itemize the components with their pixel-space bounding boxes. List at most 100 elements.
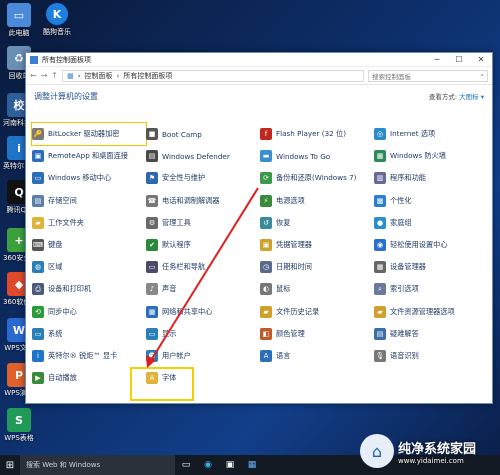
control-panel-item[interactable]: ▶ 自动播放 bbox=[32, 367, 146, 389]
control-panel-item[interactable]: i 英特尔® 锐炬™ 显卡 bbox=[32, 345, 146, 367]
control-panel-item[interactable]: 🎙 语音识别 bbox=[374, 345, 488, 367]
credential-manager-icon: ▣ bbox=[260, 239, 272, 252]
control-panel-item[interactable]: ♪ 声音 bbox=[146, 278, 260, 300]
bootcamp-icon: ■ bbox=[146, 128, 158, 141]
control-panel-item-label: 同步中心 bbox=[48, 306, 77, 316]
taskbar-nav-icon: ▭ bbox=[146, 261, 158, 274]
wps-sheet-icon: S bbox=[7, 408, 31, 432]
control-panel-item[interactable]: ▤ 存储空间 bbox=[32, 190, 146, 212]
keyboard-icon: ⌨ bbox=[32, 239, 44, 252]
control-panel-item[interactable]: ☻ 用户帐户 bbox=[146, 345, 260, 367]
control-panel-item-label: Boot Camp bbox=[162, 129, 202, 139]
control-panel-item-label: 自动播放 bbox=[48, 373, 77, 383]
color-management-icon: ◧ bbox=[260, 327, 272, 340]
chevron-right-icon: › bbox=[116, 71, 120, 80]
control-panel-item[interactable]: ⎙ 设备和打印机 bbox=[32, 278, 146, 300]
sync-center-icon: ⟲ bbox=[32, 305, 44, 318]
control-panel-item[interactable]: ⚑ 安全性与维护 bbox=[146, 167, 260, 189]
desktop-icon[interactable]: ▭ 此电脑 bbox=[3, 3, 35, 37]
control-panel-item[interactable]: ▭ 系统 bbox=[32, 323, 146, 345]
control-panel-item[interactable]: 🔑 BitLocker 驱动器加密 bbox=[31, 121, 147, 147]
storage-spaces-icon: ▤ bbox=[32, 194, 44, 207]
control-panel-item[interactable]: ▣ 凭据管理器 bbox=[260, 234, 374, 256]
control-panel-item[interactable]: ▰ 工作文件夹 bbox=[32, 212, 146, 234]
store-icon[interactable]: ▣ bbox=[219, 455, 241, 475]
control-panel-item-label: 键盘 bbox=[48, 240, 63, 250]
search-input[interactable]: 搜索控制面板 ⌕ bbox=[368, 69, 488, 82]
control-panel-item-label: 显示 bbox=[162, 328, 177, 338]
search-placeholder: 搜索控制面板 bbox=[372, 72, 411, 81]
control-panel-item[interactable]: ▦ Windows 防火墙 bbox=[374, 145, 488, 167]
control-panel-item[interactable]: ▰ 文件历史记录 bbox=[260, 301, 374, 323]
control-panel-item[interactable]: ◎ Internet 选项 bbox=[374, 123, 488, 145]
close-button[interactable]: ✕ bbox=[470, 55, 492, 64]
control-panel-item[interactable]: ✔ 默认程序 bbox=[146, 234, 260, 256]
control-panel-taskbar-icon[interactable]: ▦ bbox=[241, 455, 263, 475]
control-panel-item[interactable]: ⟲ 同步中心 bbox=[32, 301, 146, 323]
control-panel-item[interactable]: ▩ 个性化 bbox=[374, 190, 488, 212]
computer-icon: ▭ bbox=[7, 3, 31, 27]
control-panel-item-label: 恢复 bbox=[276, 217, 291, 227]
control-panel-item[interactable]: ☎ 电话和调制解调器 bbox=[146, 190, 260, 212]
control-panel-item-label: 疑难解答 bbox=[390, 328, 419, 338]
control-panel-item[interactable]: ▣ RemoteApp 和桌面连接 bbox=[32, 145, 146, 167]
control-panel-item[interactable]: ◐ 鼠标 bbox=[260, 278, 374, 300]
control-panel-item[interactable]: ⌨ 键盘 bbox=[32, 234, 146, 256]
control-panel-item[interactable]: ⌕ 索引选项 bbox=[374, 278, 488, 300]
taskbar-search[interactable]: 搜索 Web 和 Windows bbox=[20, 455, 175, 475]
user-accounts-icon: ☻ bbox=[146, 349, 158, 362]
control-panel-item-label: 任务栏和导航 bbox=[162, 262, 206, 272]
back-arrow-icon[interactable]: ← bbox=[30, 71, 37, 80]
control-panel-item[interactable]: ⚡ 电源选项 bbox=[260, 190, 374, 212]
backup-restore-icon: ⟳ bbox=[260, 172, 272, 185]
control-panel-item-label: 索引选项 bbox=[390, 284, 419, 294]
forward-arrow-icon[interactable]: → bbox=[41, 71, 48, 80]
control-panel-item-label: 存储空间 bbox=[48, 195, 77, 205]
control-panel-item[interactable]: ▦ 设备管理器 bbox=[374, 256, 488, 278]
bitlocker-icon: 🔑 bbox=[32, 128, 44, 141]
control-panel-item[interactable]: ↺ 恢复 bbox=[260, 212, 374, 234]
control-panel-item[interactable]: f Flash Player (32 位) bbox=[260, 123, 374, 145]
control-panel-item[interactable]: A 语言 bbox=[260, 345, 374, 367]
control-panel-item[interactable]: ▭ 显示 bbox=[146, 323, 260, 345]
up-arrow-icon[interactable]: ↑ bbox=[51, 71, 58, 80]
control-panel-item[interactable]: ▬ Windows To Go bbox=[260, 145, 374, 167]
control-panel-item[interactable]: ◍ 区域 bbox=[32, 256, 146, 278]
page-title: 调整计算机的设置 bbox=[34, 91, 98, 101]
control-panel-item-label: Flash Player (32 位) bbox=[276, 129, 346, 139]
recovery-icon: ↺ bbox=[260, 216, 272, 229]
desktop-icon-kugou[interactable]: K 酷狗音乐 bbox=[40, 3, 74, 37]
control-panel-item-label: RemoteApp 和桌面连接 bbox=[48, 151, 128, 161]
maximize-button[interactable]: ☐ bbox=[448, 55, 470, 64]
control-panel-item[interactable]: ▤ Windows Defender bbox=[146, 145, 260, 167]
control-panel-item[interactable]: ▤ 疑难解答 bbox=[374, 323, 488, 345]
breadcrumb[interactable]: ▦ › 控制面板 › 所有控制面板项 bbox=[62, 69, 364, 82]
view-by-dropdown[interactable]: 大图标 ▾ bbox=[459, 93, 484, 101]
control-panel-item[interactable]: ⚙ 管理工具 bbox=[146, 212, 260, 234]
start-button[interactable]: ⊞ bbox=[0, 455, 20, 475]
desktop-icon[interactable]: S WPS表格 bbox=[3, 408, 35, 442]
minimize-button[interactable]: ─ bbox=[426, 55, 448, 64]
control-panel-item[interactable]: ◉ 轻松使用设置中心 bbox=[374, 234, 488, 256]
control-panel-item[interactable]: ⟳ 备份和还原(Windows 7) bbox=[260, 167, 374, 189]
control-panel-item[interactable]: ▭ Windows 移动中心 bbox=[32, 167, 146, 189]
view-by: 查看方式: 大图标 ▾ bbox=[429, 91, 484, 101]
breadcrumb-item[interactable]: 所有控制面板项 bbox=[123, 71, 172, 81]
control-panel-item[interactable]: ▦ 网络和共享中心 bbox=[146, 301, 260, 323]
control-panel-icon: ▦ bbox=[67, 71, 74, 80]
firewall-icon: ▦ bbox=[374, 150, 386, 163]
phone-modem-icon: ☎ bbox=[146, 194, 158, 207]
control-panel-item[interactable]: ● 家庭组 bbox=[374, 212, 488, 234]
control-panel-item[interactable]: ▭ 任务栏和导航 bbox=[146, 256, 260, 278]
control-panel-item[interactable]: ▰ 文件资源管理器选项 bbox=[374, 301, 488, 323]
control-panel-item[interactable]: ◧ 颜色管理 bbox=[260, 323, 374, 345]
control-panel-item[interactable]: ▥ 程序和功能 bbox=[374, 167, 488, 189]
control-panel-item-label: 工作文件夹 bbox=[48, 217, 84, 227]
work-folders-icon: ▰ bbox=[32, 216, 44, 229]
task-view-icon[interactable]: ▭ bbox=[175, 455, 197, 475]
browser-icon[interactable]: ◉ bbox=[197, 455, 219, 475]
flash-icon: f bbox=[260, 128, 272, 141]
breadcrumb-item[interactable]: 控制面板 bbox=[85, 71, 113, 81]
control-panel-item[interactable]: ■ Boot Camp bbox=[146, 123, 260, 145]
control-panel-item[interactable]: ◷ 日期和时间 bbox=[260, 256, 374, 278]
